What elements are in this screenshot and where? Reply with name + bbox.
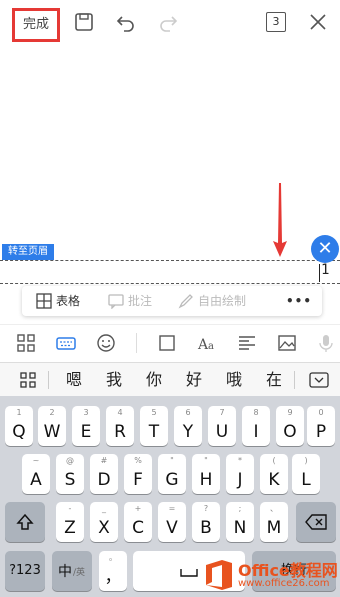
expand-candidates-icon[interactable] <box>309 372 329 388</box>
key-j[interactable]: * J <box>226 454 254 494</box>
key-c[interactable]: + C <box>124 502 152 542</box>
candidate-4[interactable]: 哦 <box>226 363 242 397</box>
keyboard-icon[interactable] <box>56 333 76 353</box>
more-button[interactable]: ••• <box>286 286 312 316</box>
key-m[interactable]: 、 M <box>260 502 288 542</box>
key-a[interactable]: ~ A <box>22 454 50 494</box>
redo-icon[interactable] <box>158 12 178 32</box>
key-h[interactable]: " H <box>192 454 220 494</box>
comment-icon <box>108 294 124 309</box>
align-left-icon[interactable] <box>237 333 257 353</box>
candidate-divider <box>48 371 49 389</box>
page-number[interactable]: 1 <box>321 262 329 278</box>
candidate-divider-right <box>294 371 295 389</box>
toolrow-divider <box>136 333 137 353</box>
key-d[interactable]: # D <box>90 454 118 494</box>
key-u[interactable]: 7U <box>208 406 236 446</box>
done-button[interactable]: 完成 <box>12 8 60 42</box>
shift-icon <box>16 513 34 530</box>
language-switch-key[interactable]: 中 /英 <box>52 551 92 591</box>
key-i[interactable]: 8I <box>242 406 270 446</box>
key-r[interactable]: 4R <box>106 406 134 446</box>
image-icon[interactable] <box>277 333 297 353</box>
font-icon[interactable]: Aa <box>197 333 217 353</box>
key-s[interactable]: @ S <box>56 454 84 494</box>
candidate-1[interactable]: 我 <box>106 363 122 397</box>
goto-header-button[interactable]: 转至页眉 <box>2 244 54 260</box>
floating-toolbar: 表格 批注 自由绘制 ••• <box>22 286 322 316</box>
pen-icon <box>178 294 193 309</box>
microphone-icon[interactable] <box>316 333 336 353</box>
apps-grid-icon[interactable] <box>16 333 36 353</box>
free-draw-button[interactable]: 自由绘制 <box>178 286 246 316</box>
watermark-logo: Office教程网 www.office26.com <box>200 555 340 595</box>
backspace-key[interactable] <box>296 502 336 542</box>
header-divider-bottom <box>0 283 340 284</box>
numbers-key[interactable]: ?123 <box>5 551 45 591</box>
key-v[interactable]: = V <box>158 502 186 542</box>
key-y[interactable]: 6Y <box>174 406 202 446</box>
free-draw-label: 自由绘制 <box>198 294 247 308</box>
key-q[interactable]: 1Q <box>5 406 33 446</box>
key-n[interactable]: ; N <box>226 502 254 542</box>
ime-candidate-bar: 嗯 我 你 好 哦 在 <box>0 362 340 397</box>
key-t[interactable]: 5T <box>140 406 168 446</box>
key-k[interactable]: (K <box>260 454 288 494</box>
key-l[interactable]: ) L <box>292 454 320 494</box>
comment-label: 批注 <box>128 294 153 308</box>
shift-key[interactable] <box>5 502 45 542</box>
candidate-0[interactable]: 嗯 <box>66 363 82 397</box>
table-button[interactable]: 表格 <box>36 286 80 316</box>
punctuation-key[interactable]: 。 ， <box>99 551 127 591</box>
candidate-2[interactable]: 你 <box>146 363 162 397</box>
text-cursor <box>319 264 320 282</box>
close-icon[interactable] <box>308 12 328 32</box>
undo-icon[interactable] <box>116 12 136 32</box>
header-divider <box>0 260 340 261</box>
lang-main-label: 中 <box>58 564 72 580</box>
key-f[interactable]: % F <box>124 454 152 494</box>
candidate-3[interactable]: 好 <box>186 363 202 397</box>
ime-menu-grid-icon[interactable] <box>20 372 36 388</box>
red-arrow-down-icon <box>273 183 287 257</box>
key-w[interactable]: 2W <box>38 406 66 446</box>
key-x[interactable]: _ X <box>90 502 118 542</box>
key-p[interactable]: 0P <box>307 406 335 446</box>
space-bar-icon <box>180 569 198 577</box>
comment-button[interactable]: 批注 <box>108 286 152 316</box>
top-toolbar: 完成 3 <box>0 0 340 44</box>
watermark-url: www.office26.com <box>238 578 330 589</box>
candidate-5[interactable]: 在 <box>266 363 282 397</box>
key-b[interactable]: ? B <box>192 502 220 542</box>
svg-text:a: a <box>208 341 214 352</box>
save-icon[interactable] <box>74 12 94 32</box>
key-o[interactable]: 9O <box>276 406 304 446</box>
edit-tool-row: Aa <box>0 324 340 361</box>
key-z[interactable]: -Z <box>56 502 84 542</box>
table-label: 表格 <box>56 294 81 308</box>
lang-sub-label: /英 <box>73 568 86 578</box>
close-header-icon[interactable]: ✕ <box>311 235 339 263</box>
backspace-icon <box>305 514 327 530</box>
page-count-button[interactable]: 3 <box>266 12 286 32</box>
office-logo-icon <box>206 560 232 590</box>
emoji-icon[interactable] <box>96 333 116 353</box>
key-g[interactable]: " G <box>158 454 186 494</box>
key-e[interactable]: 3E <box>72 406 100 446</box>
table-icon <box>36 293 52 309</box>
crop-frame-icon[interactable] <box>157 333 177 353</box>
